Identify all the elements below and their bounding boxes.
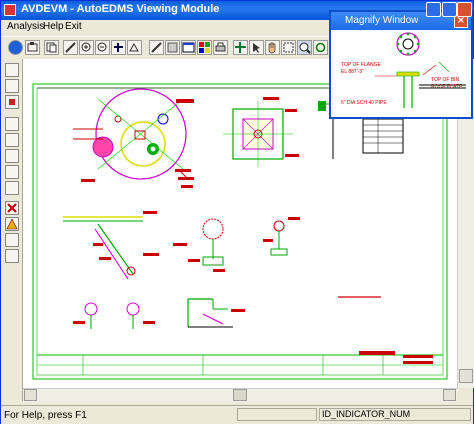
info-icon[interactable] [8, 40, 23, 55]
tool-warning-icon[interactable] [5, 217, 19, 231]
scroll-thumb[interactable] [233, 389, 247, 401]
tool-stamp-icon[interactable] [5, 79, 19, 93]
scroll-left-button[interactable] [24, 389, 37, 401]
tool-docs-icon[interactable] [5, 181, 19, 195]
snapshot-icon[interactable] [25, 40, 40, 55]
fit-icon[interactable] [111, 40, 126, 55]
print-icon[interactable] [213, 40, 228, 55]
status-panel-empty [237, 408, 317, 421]
menu-analysis[interactable]: Analysis [7, 21, 44, 32]
copy-icon[interactable] [44, 40, 59, 55]
arrow-icon[interactable] [249, 40, 264, 55]
label-top-of-flange: TOP OF FLANGE [341, 62, 381, 68]
tool-print-icon[interactable] [5, 63, 19, 77]
minimize-button[interactable] [426, 2, 441, 17]
left-toolbar [1, 59, 23, 401]
edit-icon[interactable] [63, 40, 78, 55]
app-icon [4, 4, 16, 16]
menu-exit[interactable]: Exit [65, 21, 82, 32]
zoom-in-icon[interactable] [79, 40, 94, 55]
color-icon[interactable] [197, 40, 212, 55]
magnify-window[interactable]: Magnify Window × TOP OF FLANGE EL 887'-3… [329, 10, 473, 119]
status-bar: For Help, press F1 ID_INDICATOR_NUM [1, 405, 473, 424]
status-help-text: For Help, press F1 [4, 410, 87, 421]
tool-paste-icon[interactable] [5, 149, 19, 163]
layer-icon[interactable] [149, 40, 164, 55]
tool-pen-icon[interactable] [5, 117, 19, 131]
tool-copy-icon[interactable] [5, 133, 19, 147]
magnify-icon[interactable] [297, 40, 312, 55]
status-indicator: ID_INDICATOR_NUM [319, 408, 471, 421]
zoom-window-icon[interactable] [281, 40, 296, 55]
magnify-title: Magnify Window [345, 15, 419, 26]
pan-icon[interactable] [127, 40, 142, 55]
window-close-button[interactable] [457, 2, 472, 17]
tool-delete-icon[interactable] [5, 201, 19, 215]
window-icon[interactable] [181, 40, 196, 55]
label-top-of-bin: TOP OF BIN [431, 77, 460, 83]
tool-red-icon[interactable] [5, 95, 19, 109]
menu-help[interactable]: Help [43, 21, 64, 32]
tool-undo-icon[interactable] [5, 249, 19, 263]
scroll-right-button[interactable] [443, 389, 456, 401]
window-title: AVDEVM - AutoEDMS Viewing Module [21, 3, 220, 15]
label-pipe: 6" DIA SCH 40 PIPE [341, 100, 387, 106]
label-roof-plate: ROOF PLATE [431, 84, 463, 90]
select-icon[interactable] [233, 40, 248, 55]
label-elevation: EL 887'-3" [341, 69, 364, 75]
zoom-out-icon[interactable] [95, 40, 110, 55]
refresh-icon[interactable] [313, 40, 328, 55]
horizontal-scrollbar[interactable] [23, 388, 457, 402]
maximize-button[interactable] [442, 2, 457, 17]
scroll-down-button[interactable] [459, 369, 473, 383]
grid-icon[interactable] [165, 40, 180, 55]
hand-icon[interactable] [265, 40, 280, 55]
tool-doc-icon[interactable] [5, 165, 19, 179]
tool-hand-icon[interactable] [5, 233, 19, 247]
